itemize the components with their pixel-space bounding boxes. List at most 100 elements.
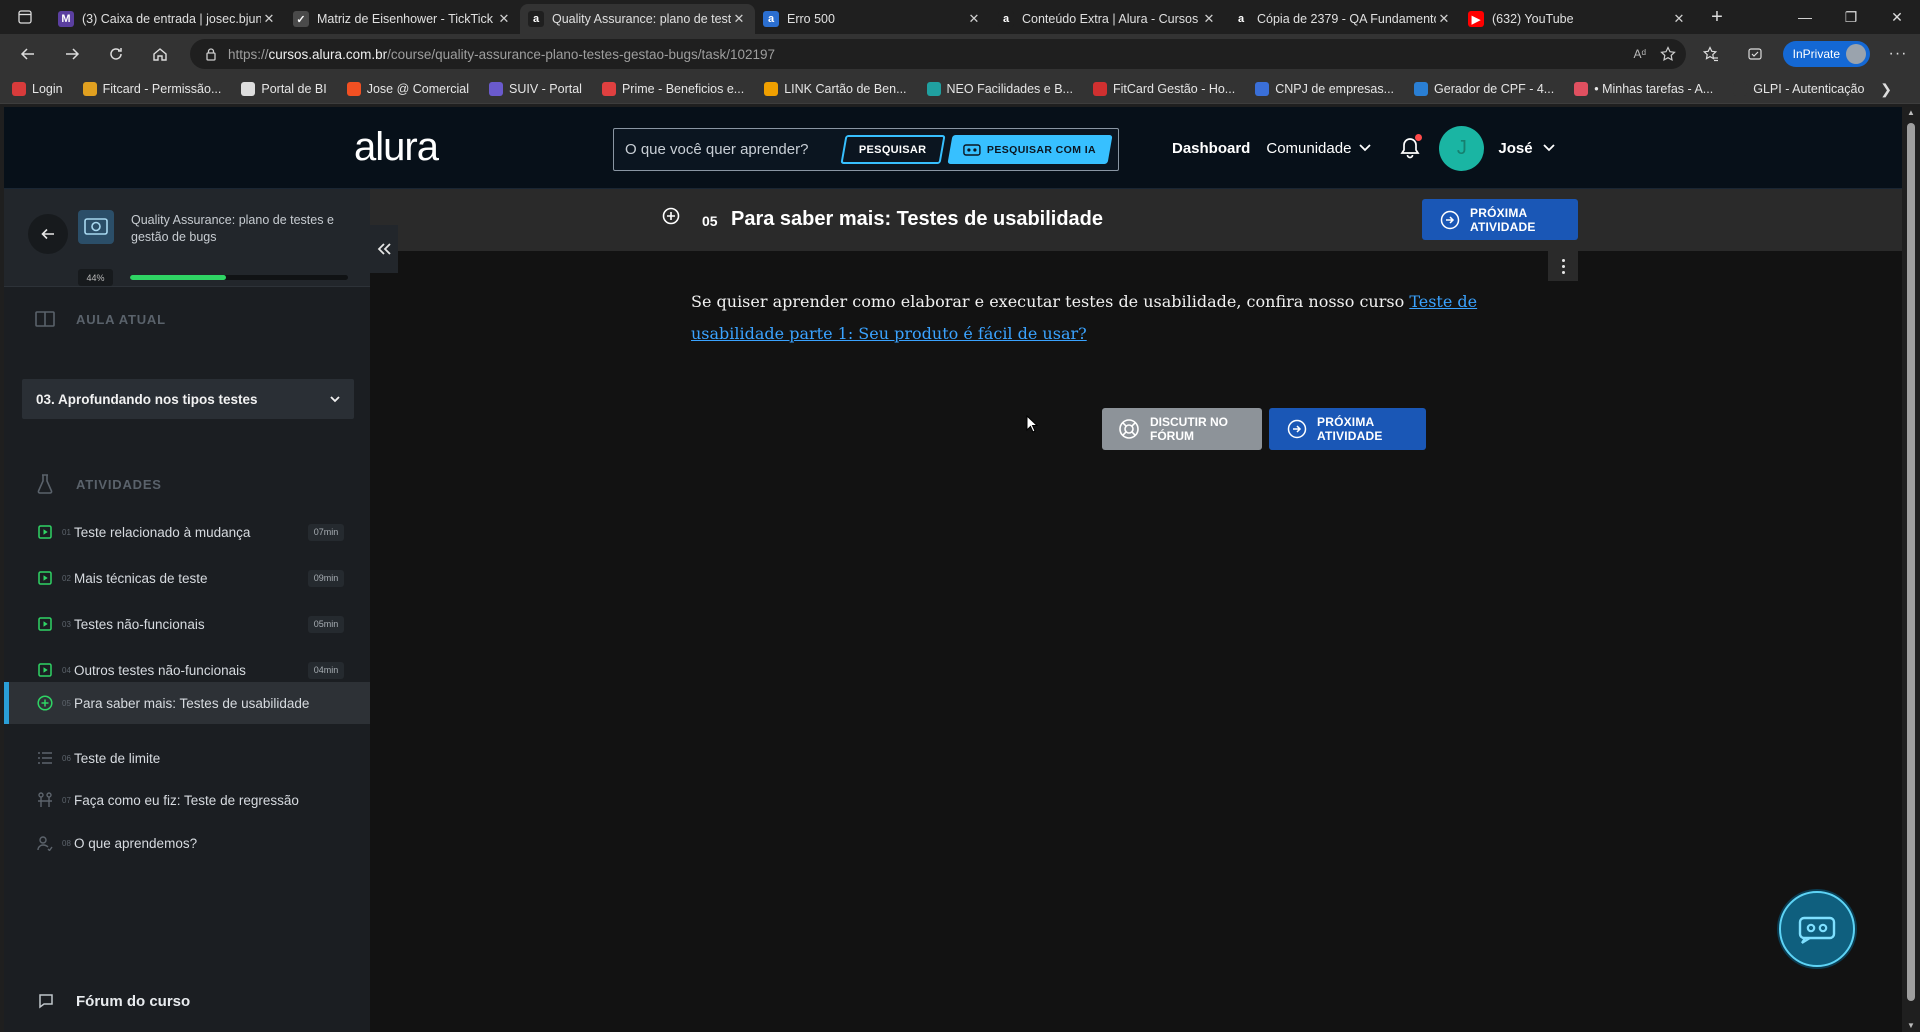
next-activity-button-top[interactable]: PRÓXIMA ATIVIDADE xyxy=(1422,199,1578,240)
activity-duration: 07min xyxy=(308,523,344,541)
browser-tab[interactable]: M (3) Caixa de entrada | josec.bjuni ✕ xyxy=(50,4,285,34)
activity-name: Outros testes não-funcionais xyxy=(74,662,246,678)
course-badge-icon xyxy=(84,218,108,235)
browser-tab[interactable]: a Quality Assurance: plano de teste ✕ xyxy=(520,4,755,34)
favorite-label: CNPJ de empresas... xyxy=(1275,81,1395,96)
restore-button[interactable]: ❐ xyxy=(1828,0,1874,34)
discuss-forum-button[interactable]: DISCUTIR NO FÓRUM xyxy=(1102,408,1262,450)
close-tab-icon[interactable]: ✕ xyxy=(966,11,982,27)
current-lesson-heading: AULA ATUAL xyxy=(4,305,370,333)
activity-item[interactable]: 02 Mais técnicas de teste 09min xyxy=(4,552,370,604)
site-header: alura PESQUISAR PESQUISAR COM IA Dashboa… xyxy=(4,107,1902,189)
plus-circle-icon xyxy=(36,694,54,712)
more-options-button[interactable] xyxy=(1548,251,1578,281)
close-tab-icon[interactable]: ✕ xyxy=(1436,11,1452,27)
home-button[interactable] xyxy=(138,34,182,74)
activity-name: Para saber mais: Testes de usabilidade xyxy=(74,695,310,711)
nav-community[interactable]: Comunidade xyxy=(1266,140,1372,157)
url-bar[interactable]: https://cursos.alura.com.br/course/quali… xyxy=(190,39,1686,69)
favorite-link[interactable]: Gerador de CPF - 4... xyxy=(1414,81,1554,96)
user-name: José xyxy=(1498,139,1533,157)
user-avatar[interactable]: J xyxy=(1439,125,1485,171)
favorites-overflow-button[interactable]: ❯ xyxy=(1880,81,1892,98)
close-tab-icon[interactable]: ✕ xyxy=(1201,11,1217,27)
favorite-label: Fitcard - Permissão... xyxy=(102,81,222,96)
close-tab-icon[interactable]: ✕ xyxy=(731,11,747,27)
next-activity-button[interactable]: PRÓXIMA ATIVIDADE xyxy=(1269,408,1426,450)
search-button[interactable]: PESQUISAR xyxy=(840,135,946,164)
settings-menu-button[interactable]: ··· xyxy=(1876,34,1920,74)
tab-actions-icon xyxy=(18,10,32,24)
activity-number: 08 xyxy=(62,838,71,848)
course-forum-link[interactable]: Fórum do curso xyxy=(4,981,370,1021)
browser-tab[interactable]: a Conteúdo Extra | Alura - Cursos o ✕ xyxy=(990,4,1225,34)
browser-tab[interactable]: a Cópia de 2379 - QA Fundamento ✕ xyxy=(1225,4,1460,34)
alura-logo[interactable]: alura xyxy=(354,125,439,170)
favorites-button[interactable] xyxy=(1689,34,1733,74)
course-title[interactable]: Quality Assurance: plano de testes e ges… xyxy=(131,212,346,246)
refresh-button[interactable] xyxy=(94,34,138,74)
course-icon xyxy=(78,210,114,244)
alura-icon: a xyxy=(998,11,1014,27)
favorite-link[interactable]: Login xyxy=(12,81,63,96)
browser-tab-title: Quality Assurance: plano de teste xyxy=(552,12,731,26)
ai-assistant-button[interactable] xyxy=(1779,891,1855,967)
forward-button[interactable] xyxy=(50,34,94,74)
collections-button[interactable] xyxy=(1733,34,1777,74)
current-lesson-dropdown[interactable]: 03. Aprofundando nos tipos testes xyxy=(22,379,354,419)
read-aloud-icon[interactable]: Aᵈ xyxy=(1633,47,1646,61)
favorite-link[interactable]: Fitcard - Permissão... xyxy=(82,81,222,96)
close-tab-icon[interactable]: ✕ xyxy=(1671,11,1687,27)
notifications-button[interactable] xyxy=(1399,134,1423,160)
tab-actions-button[interactable] xyxy=(0,0,50,34)
activity-item[interactable]: 05 Para saber mais: Testes de usabilidad… xyxy=(4,682,370,724)
mouse-pointer-icon xyxy=(1026,415,1038,433)
favorite-link[interactable]: Prime - Beneficios e... xyxy=(601,81,744,96)
scroll-up-arrow[interactable]: ▲ xyxy=(1906,108,1916,117)
search-ai-button[interactable]: PESQUISAR COM IA xyxy=(947,135,1113,164)
favorite-link[interactable]: CNPJ de empresas... xyxy=(1255,81,1395,96)
page-viewport: alura PESQUISAR PESQUISAR COM IA Dashboa… xyxy=(4,107,1902,1032)
favorite-link[interactable]: NEO Facilidades e B... xyxy=(926,81,1073,96)
favorite-link[interactable]: Jose @ Comercial xyxy=(346,81,470,96)
back-to-course-button[interactable] xyxy=(28,214,68,254)
task-content: Se quiser aprender como elaborar e execu… xyxy=(691,286,1491,350)
activity-item[interactable]: 01 Teste relacionado à mudança 07min xyxy=(4,506,370,558)
activity-item[interactable]: 03 Testes não-funcionais 05min xyxy=(4,598,370,650)
scroll-down-arrow[interactable]: ▼ xyxy=(1906,1021,1916,1030)
window-controls: — ❐ ✕ xyxy=(1782,0,1920,34)
favorite-label: Jose @ Comercial xyxy=(366,81,470,96)
activity-number: 07 xyxy=(62,795,71,805)
browser-tab-title: (632) YouTube xyxy=(1492,12,1574,26)
favorite-link[interactable]: LINK Cartão de Ben... xyxy=(764,81,907,96)
back-button[interactable] xyxy=(6,34,50,74)
nav-dashboard[interactable]: Dashboard xyxy=(1172,140,1250,157)
inprivate-badge[interactable]: InPrivate xyxy=(1782,41,1870,67)
search-input[interactable] xyxy=(625,141,830,158)
page-scrollbar[interactable]: ▲ ▼ xyxy=(1902,105,1920,1032)
activity-item[interactable]: 08 O que aprendemos? xyxy=(4,817,370,869)
minimize-button[interactable]: — xyxy=(1782,0,1828,34)
scrollbar-thumb[interactable] xyxy=(1907,123,1915,1001)
favorite-link[interactable]: GLPI - Autenticação xyxy=(1733,81,1864,96)
profile-avatar xyxy=(1846,44,1866,64)
user-menu[interactable]: José xyxy=(1498,139,1555,157)
favorite-link[interactable]: FitCard Gestão - Ho... xyxy=(1092,81,1236,96)
close-window-button[interactable]: ✕ xyxy=(1874,0,1920,34)
close-tab-icon[interactable]: ✕ xyxy=(496,11,512,27)
favorite-label: FitCard Gestão - Ho... xyxy=(1112,81,1236,96)
new-tab-button[interactable]: + xyxy=(1699,0,1735,34)
favorite-link[interactable]: SUIV - Portal xyxy=(489,81,582,96)
browser-tab[interactable]: ✓ Matriz de Eisenhower - TickTick ✕ xyxy=(285,4,520,34)
favorite-link[interactable]: Portal de BI xyxy=(241,81,327,96)
url-prefix: https:// xyxy=(228,46,269,62)
current-lesson-value: 03. Aprofundando nos tipos testes xyxy=(36,391,258,407)
browser-tab[interactable]: a Erro 500 ✕ xyxy=(755,4,990,34)
star-icon[interactable] xyxy=(1660,46,1676,62)
close-tab-icon[interactable]: ✕ xyxy=(261,11,277,27)
collapse-sidebar-button[interactable] xyxy=(370,225,398,273)
favorite-link[interactable]: • Minhas tarefas - A... xyxy=(1574,81,1713,96)
browser-tab[interactable]: ▶ (632) YouTube ✕ xyxy=(1460,4,1695,34)
address-toolbar: https://cursos.alura.com.br/course/quali… xyxy=(0,34,1920,74)
lifebuoy-icon xyxy=(1118,418,1140,440)
